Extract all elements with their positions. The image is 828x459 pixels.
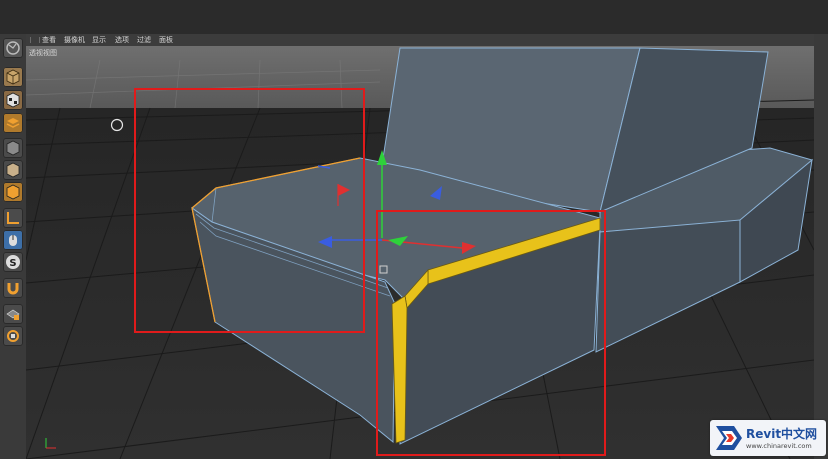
left-toolbar: S [0,34,27,459]
app-window: S 查看 摄像机 显示 选项 过滤 面板 透视视图 Revit中文网 www.c… [0,0,828,459]
cube-shaded-icon[interactable] [3,160,23,180]
watermark-brand: Revit中文网 [746,427,818,441]
scene-canvas[interactable] [26,46,814,459]
undo-icon[interactable] [3,38,23,58]
right-panel-edge [814,34,828,459]
menu-filter[interactable]: 过滤 [137,34,151,46]
magnet-icon[interactable] [3,278,23,298]
checker-cube-icon[interactable] [3,90,23,110]
workplane-icon[interactable] [3,208,23,228]
revit-logo-icon [716,426,742,450]
snap-s-icon[interactable]: S [3,252,23,272]
svg-text:S: S [9,258,16,269]
layers-icon[interactable] [3,113,23,133]
lock-axis-icon[interactable] [3,326,23,346]
watermark-url: www.chinarevit.com [746,442,812,450]
menu-camera[interactable]: 摄像机 [64,34,85,46]
menu-display[interactable]: 显示 [92,34,106,46]
cube-outline-icon[interactable] [3,138,23,158]
cube-icon[interactable] [3,67,23,87]
lock-grid-icon[interactable] [3,304,23,324]
menu-options[interactable]: 选项 [115,34,129,46]
drag-handle-icon[interactable] [30,37,40,43]
perspective-viewport[interactable]: 透视视图 [26,46,814,459]
menu-panel[interactable]: 面板 [159,34,173,46]
watermark-badge: Revit中文网 www.chinarevit.com [710,420,826,456]
viewport-label: 透视视图 [29,49,57,57]
mouse-icon[interactable] [3,230,23,250]
top-bar [0,0,828,34]
cube-orange-icon[interactable] [3,182,23,202]
menu-view[interactable]: 查看 [42,34,56,46]
